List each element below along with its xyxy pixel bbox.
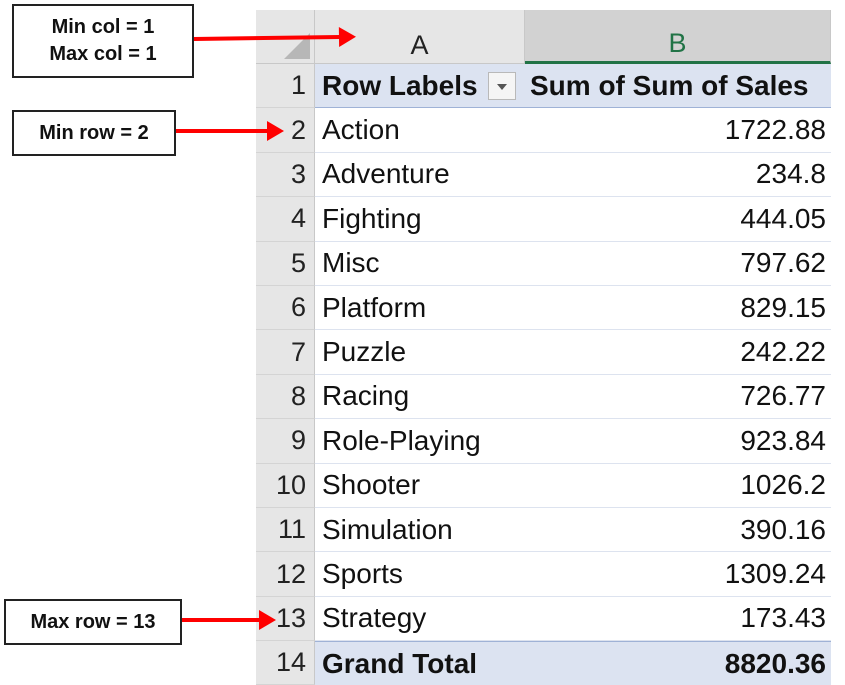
table-row: 10 Shooter 1026.2 bbox=[256, 463, 831, 508]
sales-value-cell[interactable]: 923.84 bbox=[525, 419, 831, 464]
table-row: 2 Action 1722.88 bbox=[256, 108, 831, 153]
values-header[interactable]: Sum of Sum of Sales bbox=[525, 64, 831, 109]
table-row: 5 Misc 797.62 bbox=[256, 241, 831, 286]
row-number[interactable]: 7 bbox=[256, 330, 315, 375]
table-row: 12 Sports 1309.24 bbox=[256, 552, 831, 597]
sales-value-cell[interactable]: 829.15 bbox=[525, 286, 831, 331]
spreadsheet-grid: A B 1 Row Labels Sum of Sum of Sales 2 Ac… bbox=[256, 10, 831, 685]
table-row: 9 Role-Playing 923.84 bbox=[256, 419, 831, 464]
row-number[interactable]: 6 bbox=[256, 286, 315, 331]
genre-label-cell[interactable]: Misc bbox=[315, 242, 525, 286]
table-row: 3 Adventure 234.8 bbox=[256, 152, 831, 198]
min-col-text: Min col = 1 bbox=[51, 16, 155, 38]
sales-value-cell[interactable]: 1722.88 bbox=[525, 108, 831, 153]
filter-dropdown-icon[interactable] bbox=[487, 71, 516, 100]
genre-label-cell[interactable]: Puzzle bbox=[315, 330, 525, 375]
pivot-header-row: 1 Row Labels Sum of Sum of Sales bbox=[256, 64, 831, 109]
genre-label-cell[interactable]: Strategy bbox=[315, 597, 525, 642]
sales-value-cell[interactable]: 242.22 bbox=[525, 330, 831, 375]
row-number[interactable]: 11 bbox=[256, 508, 315, 553]
grand-total-row: 14 Grand Total 8820.36 bbox=[256, 641, 831, 685]
sales-value-cell[interactable]: 797.62 bbox=[525, 242, 831, 286]
row-number[interactable]: 4 bbox=[256, 197, 315, 242]
row-number[interactable]: 10 bbox=[256, 463, 315, 508]
table-row: 8 Racing 726.77 bbox=[256, 374, 831, 420]
sales-value-cell[interactable]: 726.77 bbox=[525, 375, 831, 420]
genre-label-cell[interactable]: Fighting bbox=[315, 197, 525, 242]
max-row-text: Max row = 13 bbox=[30, 610, 156, 633]
row-number[interactable]: 12 bbox=[256, 552, 315, 597]
row-number[interactable]: 9 bbox=[256, 419, 315, 464]
genre-label-cell[interactable]: Racing bbox=[315, 375, 525, 420]
genre-label-cell[interactable]: Action bbox=[315, 108, 525, 153]
row-number[interactable]: 14 bbox=[256, 641, 315, 685]
sales-value-cell[interactable]: 444.05 bbox=[525, 197, 831, 242]
sales-value-cell[interactable]: 1026.2 bbox=[525, 464, 831, 508]
grand-total-label[interactable]: Grand Total bbox=[315, 641, 525, 685]
row-number[interactable]: 3 bbox=[256, 152, 315, 198]
max-col-text: Max col = 1 bbox=[49, 43, 157, 65]
row-labels-header[interactable]: Row Labels bbox=[315, 64, 525, 109]
genre-label-cell[interactable]: Role-Playing bbox=[315, 419, 525, 464]
max-row-arrow-icon bbox=[182, 610, 276, 630]
table-row: 4 Fighting 444.05 bbox=[256, 197, 831, 242]
min-row-callout: Min row = 2 bbox=[12, 110, 176, 156]
genre-label-cell[interactable]: Shooter bbox=[315, 464, 525, 508]
max-row-callout: Max row = 13 bbox=[4, 599, 182, 645]
genre-label-cell[interactable]: Sports bbox=[315, 552, 525, 597]
table-row: 6 Platform 829.15 bbox=[256, 286, 831, 331]
column-header-b[interactable]: B bbox=[525, 10, 831, 64]
min-max-col-callout: Min col = 1 Max col = 1 bbox=[12, 4, 194, 78]
table-row: 13 Strategy 173.43 bbox=[256, 596, 831, 642]
genre-label-cell[interactable]: Simulation bbox=[315, 508, 525, 553]
sales-value-cell[interactable]: 390.16 bbox=[525, 508, 831, 553]
sales-value-cell[interactable]: 173.43 bbox=[525, 597, 831, 642]
row-number[interactable]: 1 bbox=[256, 64, 315, 109]
table-row: 11 Simulation 390.16 bbox=[256, 508, 831, 553]
min-row-arrow-icon bbox=[176, 121, 284, 141]
row-number[interactable]: 5 bbox=[256, 241, 315, 286]
genre-label-cell[interactable]: Adventure bbox=[315, 153, 525, 198]
table-row: 7 Puzzle 242.22 bbox=[256, 330, 831, 375]
row-labels-header-text: Row Labels bbox=[322, 69, 478, 101]
genre-label-cell[interactable]: Platform bbox=[315, 286, 525, 331]
min-row-text: Min row = 2 bbox=[39, 121, 149, 144]
sales-value-cell[interactable]: 234.8 bbox=[525, 153, 831, 198]
row-number[interactable]: 8 bbox=[256, 374, 315, 420]
sales-value-cell[interactable]: 1309.24 bbox=[525, 552, 831, 597]
grand-total-value[interactable]: 8820.36 bbox=[525, 641, 831, 685]
